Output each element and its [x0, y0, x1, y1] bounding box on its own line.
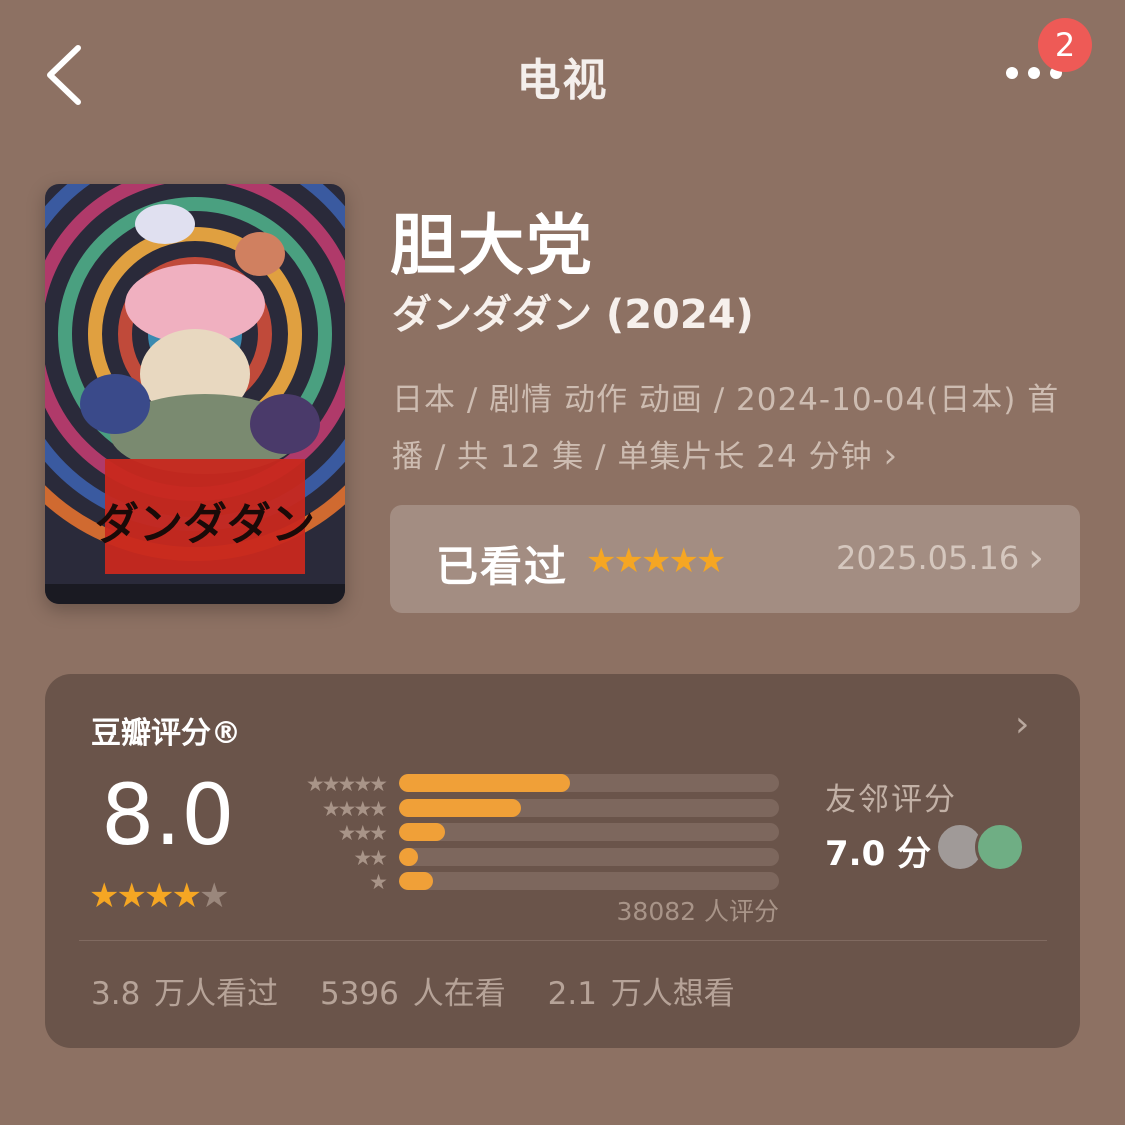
chevron-right-icon: ›	[1028, 535, 1044, 581]
meta-info-link[interactable]: 日本 / 剧情 动作 动画 / 2024-10-04(日本) 首播 / 共 12…	[392, 372, 1072, 485]
stat-want: 2.1 万人想看	[547, 976, 735, 1012]
notification-badge: 2	[1038, 18, 1092, 72]
star-icon: ★	[695, 541, 727, 581]
divider	[79, 940, 1047, 941]
distribution-bar-track	[399, 872, 779, 890]
poster-artwork: ダンダダン	[45, 184, 345, 604]
distribution-bar-fill	[399, 872, 434, 890]
star-icon: ★	[116, 876, 147, 916]
title-original: ダンダダン (2024)	[392, 292, 754, 338]
distribution-bar-fill	[399, 823, 445, 841]
star-row-icon: ★★★★	[321, 796, 388, 821]
star-icon: ★	[586, 541, 617, 581]
rating-distribution-labels: ★★★★★ ★★★★ ★★★ ★★ ★	[277, 772, 388, 895]
watched-status-button[interactable]: 已看过 ★★★★★ 2025.05.16 ›	[390, 505, 1080, 613]
star-row-icon: ★★★★★	[305, 772, 388, 796]
page-title: 电视	[516, 55, 609, 106]
stat-watching: 5396 人在看	[320, 976, 506, 1012]
poster-logo-text: ダンダダン	[95, 499, 315, 550]
rating-card[interactable]: 豆瓣评分® › 8.0 ★★★★★ ★★★★★ ★★★★ ★★★ ★★ ★ 38082 …	[45, 674, 1080, 1048]
watched-label: 已看过	[436, 542, 569, 591]
distribution-bar-fill	[399, 798, 521, 817]
distribution-bar-fill	[399, 774, 570, 792]
rating-score: 8.0	[101, 766, 235, 864]
my-rating-stars: ★★★★★	[586, 541, 727, 581]
distribution-bar-track	[399, 798, 779, 817]
star-icon: ★	[143, 876, 175, 916]
star-icon: ★	[89, 876, 120, 916]
star-icon: ★	[171, 876, 202, 916]
rating-count: 38082 人评分	[616, 897, 779, 926]
star-icon: ★	[668, 541, 699, 581]
chevron-right-icon: ›	[1015, 704, 1030, 745]
star-icon: ★	[640, 541, 672, 581]
stat-watched: 3.8 万人看过	[91, 976, 279, 1012]
avatar	[975, 822, 1025, 872]
watched-date: 2025.05.16	[836, 539, 1020, 577]
star-icon: ★	[198, 876, 230, 916]
distribution-bar-fill	[399, 847, 418, 866]
meta-text: 日本 / 剧情 动作 动画 / 2024-10-04(日本) 首播 / 共 12…	[392, 382, 1060, 475]
rating-stars: ★★★★★	[89, 876, 230, 916]
title-chinese: 胆大党	[390, 207, 594, 284]
poster-image[interactable]: ダンダダン	[45, 184, 345, 604]
star-row-icon: ★	[369, 870, 388, 894]
chevron-right-icon: ›	[883, 436, 899, 476]
distribution-bar-track	[399, 847, 779, 866]
rating-title: 豆瓣评分®	[91, 716, 241, 751]
friend-rating-score: 7.0 分	[825, 834, 932, 874]
star-row-icon: ★★★	[337, 821, 388, 845]
friend-rating-label: 友邻评分	[825, 782, 957, 818]
distribution-bar-track	[399, 823, 779, 841]
star-row-icon: ★★	[353, 845, 388, 870]
rating-distribution-bars	[399, 774, 779, 897]
friend-avatars[interactable]	[935, 822, 1035, 872]
watch-stats: 3.8 万人看过 5396 人在看 2.1 万人想看	[91, 968, 763, 1013]
distribution-bar-track	[399, 774, 779, 792]
star-icon: ★	[613, 541, 644, 581]
